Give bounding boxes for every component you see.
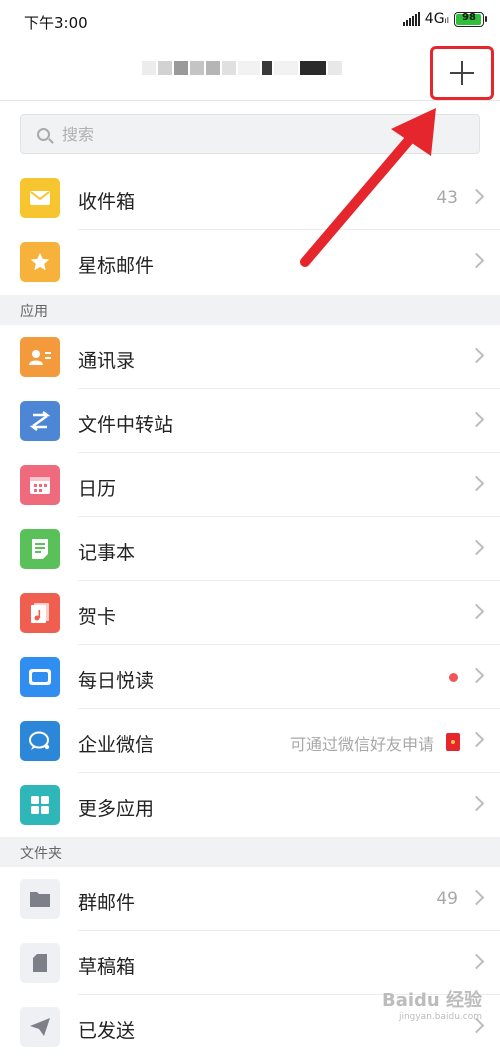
- annotation-arrow: [300, 108, 436, 267]
- watermark: Baidu 经验 jingyan.baidu.com: [381, 990, 482, 1022]
